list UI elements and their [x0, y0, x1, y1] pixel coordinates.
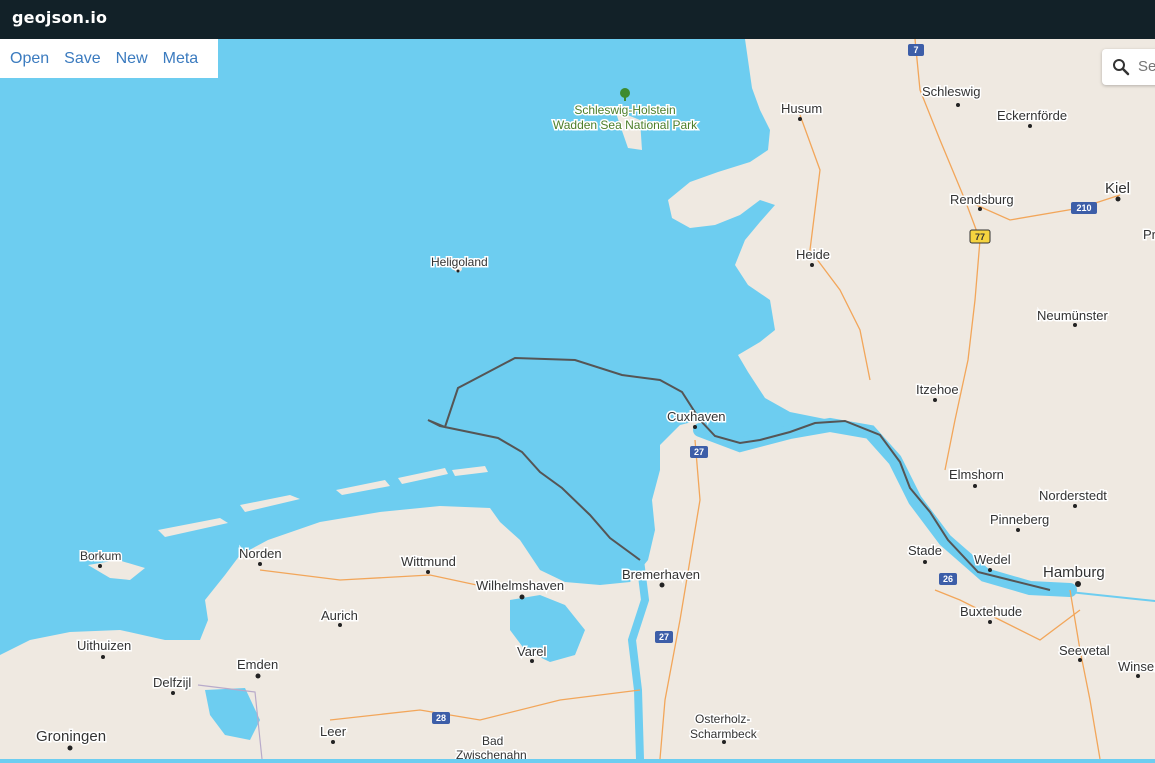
label-groningen: Groningen [36, 728, 106, 745]
meta-button[interactable]: Meta [153, 50, 199, 68]
label-park-line1: Schleswig-Holstein [574, 103, 675, 117]
search-input[interactable] [1138, 58, 1155, 75]
top-bar: geojson.io [0, 0, 1155, 39]
shield-a27-north: 27 [690, 446, 708, 458]
label-cuxhaven: Cuxhaven [667, 409, 726, 424]
label-husum: Husum [781, 101, 822, 116]
label-wittmund: Wittmund [401, 554, 456, 569]
map-svg[interactable]: Husum Schleswig Eckernförde Kiel Rendsbu… [0, 38, 1155, 763]
shield-a26: 26 [939, 573, 957, 585]
svg-text:210: 210 [1076, 203, 1091, 213]
label-wedel: Wedel [974, 552, 1011, 567]
shield-a7: 7 [908, 44, 924, 56]
label-borkum: Borkum [80, 549, 121, 563]
search-icon[interactable] [1112, 58, 1130, 76]
save-button[interactable]: Save [54, 50, 100, 68]
label-delfzijl: Delfzijl [153, 675, 191, 690]
shield-b210: 210 [1071, 202, 1097, 214]
app-title: geojson.io [12, 8, 108, 27]
label-itzehoe: Itzehoe [916, 382, 959, 397]
svg-text:27: 27 [694, 447, 704, 457]
open-button[interactable]: Open [0, 50, 49, 68]
label-osterholz-2: Scharmbeck [690, 727, 758, 741]
label-seevetal: Seevetal [1059, 643, 1110, 658]
file-menu: Open Save New Meta [0, 39, 218, 78]
label-park-line2: Wadden Sea National Park [553, 118, 698, 132]
label-rendsburg: Rendsburg [950, 192, 1014, 207]
svg-text:77: 77 [975, 232, 985, 242]
label-leer: Leer [320, 724, 347, 739]
label-bremerhaven: Bremerhaven [622, 567, 700, 582]
label-bad-2: Zwischenahn [456, 748, 527, 759]
svg-text:27: 27 [659, 632, 669, 642]
label-elmshorn: Elmshorn [949, 467, 1004, 482]
new-button[interactable]: New [106, 50, 148, 68]
label-heligoland: Heligoland [431, 255, 488, 269]
label-buxtehude: Buxtehude [960, 604, 1022, 619]
label-uithuizen: Uithuizen [77, 638, 131, 653]
label-heide: Heide [796, 247, 830, 262]
label-osterholz-1: Osterholz- [695, 712, 750, 726]
svg-text:26: 26 [943, 574, 953, 584]
label-pr: Pr [1143, 227, 1155, 242]
label-winsen: Winsen [1118, 659, 1155, 674]
label-norden: Norden [239, 546, 282, 561]
label-norderstedt: Norderstedt [1039, 488, 1107, 503]
label-schleswig: Schleswig [922, 84, 981, 99]
svg-text:7: 7 [913, 45, 918, 55]
label-bad-1: Bad [482, 734, 503, 748]
label-varel: Varel [517, 644, 546, 659]
label-kiel: Kiel [1105, 180, 1130, 197]
search-box[interactable] [1102, 49, 1155, 85]
label-stade: Stade [908, 543, 942, 558]
shield-a77: 77 [969, 229, 991, 244]
label-wilhelmshaven: Wilhelmshaven [476, 578, 564, 593]
label-emden: Emden [237, 657, 278, 672]
map-canvas[interactable]: Husum Schleswig Eckernförde Kiel Rendsbu… [0, 38, 1155, 763]
label-aurich: Aurich [321, 608, 358, 623]
svg-text:28: 28 [436, 713, 446, 723]
label-eckernforde: Eckernförde [997, 108, 1067, 123]
shield-a28: 28 [432, 712, 450, 724]
shield-a27-south: 27 [655, 631, 673, 643]
label-pinneberg: Pinneberg [990, 512, 1049, 527]
label-hamburg: Hamburg [1043, 564, 1105, 581]
label-neumunster: Neumünster [1037, 308, 1108, 323]
